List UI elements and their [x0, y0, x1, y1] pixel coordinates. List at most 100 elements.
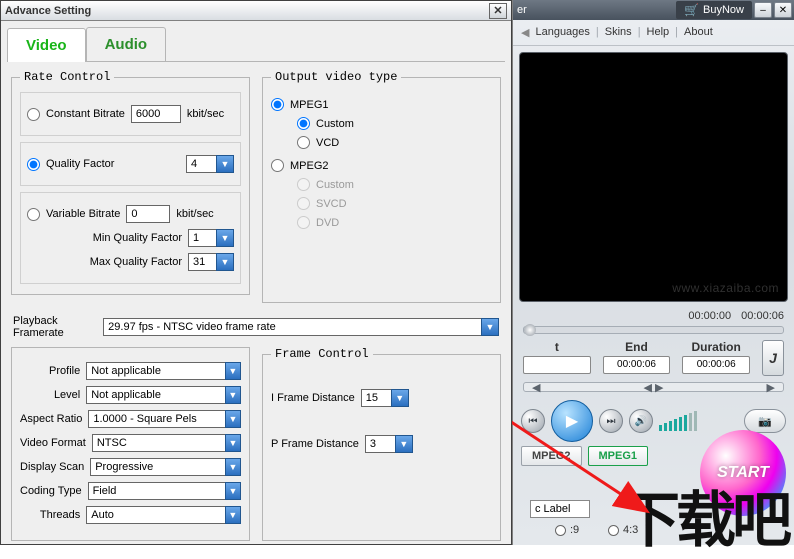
level-label: Level: [20, 389, 80, 401]
mpeg1-custom-label: Custom: [316, 118, 354, 130]
max-qf-dropdown[interactable]: ▼: [216, 253, 234, 271]
playback-framerate-label: Playback Framerate: [13, 315, 93, 339]
buy-now-button[interactable]: 🛒 BuyNow: [676, 1, 752, 19]
menu-languages[interactable]: Languages: [535, 26, 589, 39]
i-frame-distance-field[interactable]: [361, 389, 391, 407]
menu-skins[interactable]: Skins: [605, 26, 632, 39]
min-qf-dropdown[interactable]: ▼: [216, 229, 234, 247]
end-label: End: [603, 340, 671, 354]
menu-help[interactable]: Help: [647, 26, 670, 39]
camera-icon: 📷: [758, 415, 772, 428]
threads-label: Threads: [20, 509, 80, 521]
buy-now-label: BuyNow: [703, 4, 744, 16]
duration-label: Duration: [682, 340, 750, 354]
play-button[interactable]: ▶: [551, 400, 593, 442]
i-frame-distance-dropdown[interactable]: ▼: [391, 389, 409, 407]
display-scan-field[interactable]: [90, 458, 225, 476]
bg-titlebar: er 🛒 BuyNow – ✕: [513, 0, 794, 20]
mpeg2-radio[interactable]: [271, 159, 284, 172]
threads-dropdown[interactable]: ▼: [225, 506, 241, 524]
p-frame-distance-field[interactable]: [365, 435, 395, 453]
min-qf-label: Min Quality Factor: [93, 232, 182, 244]
variable-bitrate-field[interactable]: [126, 205, 170, 223]
aspect-ratio-label: Aspect Ratio: [20, 413, 82, 425]
coding-type-dropdown[interactable]: ▼: [225, 482, 241, 500]
dialog-close-button[interactable]: ✕: [489, 3, 507, 19]
display-scan-dropdown[interactable]: ▼: [225, 458, 241, 476]
p-frame-distance-dropdown[interactable]: ▼: [395, 435, 413, 453]
aspect-169-label: :9: [570, 524, 579, 536]
playback-framerate-field[interactable]: [103, 318, 481, 336]
vcd-label: VCD: [316, 137, 339, 149]
playback-framerate-dropdown[interactable]: ▼: [481, 318, 499, 336]
constant-bitrate-field[interactable]: [131, 105, 181, 123]
snapshot-button[interactable]: 📷: [744, 409, 786, 433]
time-total: 00:00:06: [741, 310, 784, 322]
bg-title-fragment: er: [515, 4, 527, 16]
time-readout: 00:00:00 00:00:06: [513, 308, 794, 324]
prev-button[interactable]: ⏮: [521, 409, 545, 433]
mpeg2-label: MPEG2: [290, 160, 329, 172]
dialog-titlebar[interactable]: Advance Setting ✕: [1, 1, 511, 21]
trim-bar[interactable]: ◀◀ ▶▶: [523, 382, 784, 392]
frame-control-group: Frame Control I Frame Distance▼ P Frame …: [262, 347, 501, 541]
mpeg1-label: MPEG1: [290, 99, 329, 111]
constant-bitrate-radio[interactable]: [27, 108, 40, 121]
profile-field[interactable]: [86, 362, 225, 380]
format-mpeg2-button[interactable]: MPEG2: [521, 446, 582, 466]
threads-field[interactable]: [86, 506, 225, 524]
format-mpeg1-button[interactable]: MPEG1: [588, 446, 649, 466]
start-label: t: [523, 340, 591, 354]
time-current: 00:00:00: [688, 310, 731, 322]
video-format-dropdown[interactable]: ▼: [225, 434, 241, 452]
quality-factor-radio[interactable]: [27, 158, 40, 171]
tab-video[interactable]: Video: [7, 28, 86, 62]
disc-label-field[interactable]: c Label: [530, 500, 590, 518]
min-qf-field[interactable]: [188, 229, 216, 247]
frame-control-legend: Frame Control: [271, 347, 373, 361]
level-dropdown[interactable]: ▼: [225, 386, 241, 404]
cart-icon: 🛒: [684, 3, 699, 17]
seek-slider[interactable]: [523, 326, 784, 334]
profile-dropdown[interactable]: ▼: [225, 362, 241, 380]
variable-bitrate-radio[interactable]: [27, 208, 40, 221]
duration-field[interactable]: 00:00:06: [682, 356, 750, 374]
tab-audio[interactable]: Audio: [86, 27, 167, 61]
max-qf-field[interactable]: [188, 253, 216, 271]
svcd-label: SVCD: [316, 198, 347, 210]
start-time-field[interactable]: [523, 356, 591, 374]
display-scan-label: Display Scan: [20, 461, 84, 473]
quality-factor-label: Quality Factor: [46, 158, 114, 170]
aspect-ratio-field[interactable]: [88, 410, 224, 428]
max-qf-label: Max Quality Factor: [90, 256, 182, 268]
rate-control-group: Rate Control Constant Bitrate kbit/sec Q…: [11, 70, 250, 295]
background-app-window: er 🛒BuyNow – ✕ ◀ Languages| Skins| Help|…: [512, 0, 794, 545]
volume-meter[interactable]: [659, 411, 697, 431]
menu-about[interactable]: About: [684, 26, 713, 39]
coding-type-field[interactable]: [88, 482, 225, 500]
end-time-field[interactable]: 00:00:06: [603, 356, 671, 374]
dvd-radio: [297, 216, 310, 229]
variable-bitrate-label: Variable Bitrate: [46, 208, 120, 220]
next-button[interactable]: ⏭: [599, 409, 623, 433]
video-format-field[interactable]: [92, 434, 225, 452]
aspect-ratio-dropdown[interactable]: ▼: [225, 410, 241, 428]
mpeg1-custom-radio[interactable]: [297, 117, 310, 130]
video-preview: www.xiazaiba.com: [519, 52, 788, 302]
minimize-button[interactable]: –: [754, 2, 772, 18]
vcd-radio[interactable]: [297, 136, 310, 149]
close-window-button[interactable]: ✕: [774, 2, 792, 18]
constant-bitrate-label: Constant Bitrate: [46, 108, 125, 120]
quality-factor-field[interactable]: [186, 155, 216, 173]
profile-label: Profile: [20, 365, 80, 377]
coding-type-label: Coding Type: [20, 485, 82, 497]
seek-thumb[interactable]: [524, 324, 536, 336]
jump-button[interactable]: J: [762, 340, 784, 376]
aspect-169-radio[interactable]: :9: [555, 524, 579, 536]
p-frame-distance-label: P Frame Distance: [271, 438, 359, 450]
quality-factor-dropdown[interactable]: ▼: [216, 155, 234, 173]
mute-button[interactable]: 🔊: [629, 409, 653, 433]
svcd-radio: [297, 197, 310, 210]
mpeg1-radio[interactable]: [271, 98, 284, 111]
level-field[interactable]: [86, 386, 225, 404]
